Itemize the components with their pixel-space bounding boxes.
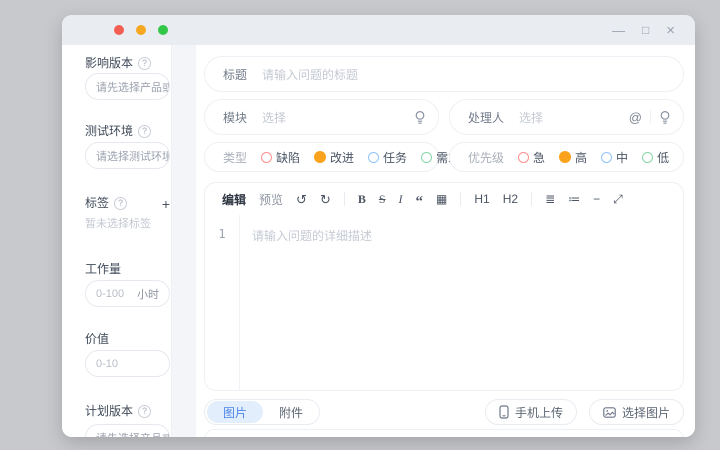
planned-version-value: 请先选择产品或模块: [96, 430, 170, 438]
editor-content[interactable]: 1 请输入问题的详细描述: [205, 215, 683, 390]
phone-upload-button[interactable]: 手机上传: [485, 399, 577, 425]
title-placeholder: 请输入问题的标题: [262, 66, 358, 83]
type-label: 类型: [223, 149, 247, 166]
assignee-placeholder: 选择: [519, 109, 543, 126]
lightbulb-icon[interactable]: [414, 110, 426, 125]
select-image-button[interactable]: 选择图片: [589, 399, 684, 425]
description-placeholder: 请输入问题的详细描述: [240, 215, 372, 390]
heading2-icon[interactable]: H2: [503, 193, 518, 205]
priority-label: 优先级: [468, 149, 504, 166]
value-label: 价值: [85, 332, 171, 347]
zoom-traffic-light[interactable]: [158, 25, 168, 35]
module-placeholder: 选择: [262, 109, 286, 126]
attachment-tabs: 图片 附件: [204, 399, 320, 425]
priority-option-urgent[interactable]: 急: [518, 149, 545, 166]
radio-icon: [421, 152, 432, 163]
horizontal-rule-icon[interactable]: −: [593, 193, 600, 205]
tags-empty-text: 暂未选择标签: [85, 215, 171, 231]
sidebar: 影响版本 ? 请先选择产品或模块 测试环境 ? 请选择测试环境 标签 ? +: [62, 45, 172, 437]
workload-unit: 小时: [137, 286, 159, 302]
affected-version-value: 请先选择产品或模块: [96, 79, 170, 95]
phone-icon: [499, 405, 509, 419]
module-field[interactable]: 模块 选择: [204, 99, 439, 135]
radio-selected-icon: [314, 151, 326, 163]
value-input[interactable]: 0-10: [85, 350, 170, 377]
tab-files[interactable]: 附件: [263, 401, 319, 423]
numbered-list-icon[interactable]: ≔: [568, 193, 580, 205]
help-icon[interactable]: ?: [138, 405, 151, 418]
close-traffic-light[interactable]: [114, 25, 124, 35]
line-number: 1: [205, 215, 240, 390]
radio-icon: [261, 152, 272, 163]
type-field: 类型 缺陷 改进 任务 需求: [204, 142, 439, 172]
affected-version-select[interactable]: 请先选择产品或模块: [85, 73, 170, 100]
mention-icon[interactable]: @: [629, 110, 642, 125]
assignee-label: 处理人: [468, 109, 504, 126]
divider: [650, 110, 651, 124]
module-label: 模块: [223, 109, 247, 126]
strikethrough-icon[interactable]: S: [379, 193, 386, 205]
tags-label: 标签 ?: [85, 196, 127, 211]
radio-icon: [518, 152, 529, 163]
title-field[interactable]: 标题 请输入问题的标题: [204, 56, 684, 92]
type-option-improve[interactable]: 改进: [314, 149, 354, 166]
lightbulb-icon[interactable]: [659, 110, 671, 125]
app-window: — □ × 影响版本 ? 请先选择产品或模块 测试环境 ? 请选择测试环境: [62, 15, 695, 437]
affected-version-label: 影响版本 ?: [85, 56, 171, 71]
main-form: 标题 请输入问题的标题 模块 选择 处理人 选择: [196, 45, 695, 437]
priority-option-high[interactable]: 高: [559, 149, 587, 166]
planned-version-label: 计划版本 ?: [85, 404, 171, 419]
priority-option-low[interactable]: 低: [642, 149, 669, 166]
value-placeholder: 0-10: [96, 358, 118, 370]
type-option-defect[interactable]: 缺陷: [261, 149, 300, 166]
title-label: 标题: [223, 66, 247, 83]
type-option-task[interactable]: 任务: [368, 149, 407, 166]
description-editor: 编辑 预览 ↺ ↻ B S I “ ▦ H1 H2 ≣ ≔ −: [204, 182, 684, 391]
maximize-icon[interactable]: □: [642, 24, 649, 36]
radio-icon: [642, 152, 653, 163]
titlebar: — □ ×: [62, 15, 695, 45]
test-env-select[interactable]: 请选择测试环境: [85, 142, 170, 169]
add-tag-icon[interactable]: +: [162, 197, 170, 211]
help-icon[interactable]: ?: [138, 125, 151, 138]
heading1-icon[interactable]: H1: [474, 193, 489, 205]
sidebar-main-gutter: [172, 45, 196, 437]
redo-icon[interactable]: ↻: [320, 193, 331, 206]
workload-label: 工作量: [85, 262, 171, 277]
tab-edit[interactable]: 编辑: [222, 191, 246, 208]
priority-field: 优先级 急 高 中 低: [449, 142, 684, 172]
italic-icon[interactable]: I: [399, 193, 403, 205]
fullscreen-icon[interactable]: ⤢: [613, 193, 623, 205]
workload-input[interactable]: 0-100 小时: [85, 280, 170, 307]
bullet-list-icon[interactable]: ≣: [545, 193, 555, 205]
divider: [531, 192, 532, 206]
tab-images[interactable]: 图片: [207, 401, 263, 423]
upload-dropzone[interactable]: [204, 429, 684, 437]
help-icon[interactable]: ?: [138, 57, 151, 70]
image-icon: [603, 407, 616, 418]
divider: [460, 192, 461, 206]
planned-version-select[interactable]: 请先选择产品或模块: [85, 424, 170, 437]
editor-toolbar: 编辑 预览 ↺ ↻ B S I “ ▦ H1 H2 ≣ ≔ −: [205, 183, 683, 215]
workload-placeholder: 0-100: [96, 288, 124, 300]
test-env-label: 测试环境 ?: [85, 124, 171, 139]
bold-icon[interactable]: B: [358, 193, 366, 205]
undo-icon[interactable]: ↺: [296, 193, 307, 206]
close-icon[interactable]: ×: [666, 23, 675, 38]
table-icon[interactable]: ▦: [436, 193, 447, 205]
minimize-icon[interactable]: —: [612, 24, 625, 37]
tab-preview[interactable]: 预览: [259, 191, 283, 208]
blockquote-icon[interactable]: “: [416, 199, 424, 205]
radio-icon: [601, 152, 612, 163]
assignee-field[interactable]: 处理人 选择 @: [449, 99, 684, 135]
divider: [344, 192, 345, 206]
minimize-traffic-light[interactable]: [136, 25, 146, 35]
radio-selected-icon: [559, 151, 571, 163]
radio-icon: [368, 152, 379, 163]
test-env-value: 请选择测试环境: [96, 148, 170, 164]
traffic-lights: [114, 25, 168, 35]
help-icon[interactable]: ?: [114, 197, 127, 210]
priority-option-medium[interactable]: 中: [601, 149, 628, 166]
